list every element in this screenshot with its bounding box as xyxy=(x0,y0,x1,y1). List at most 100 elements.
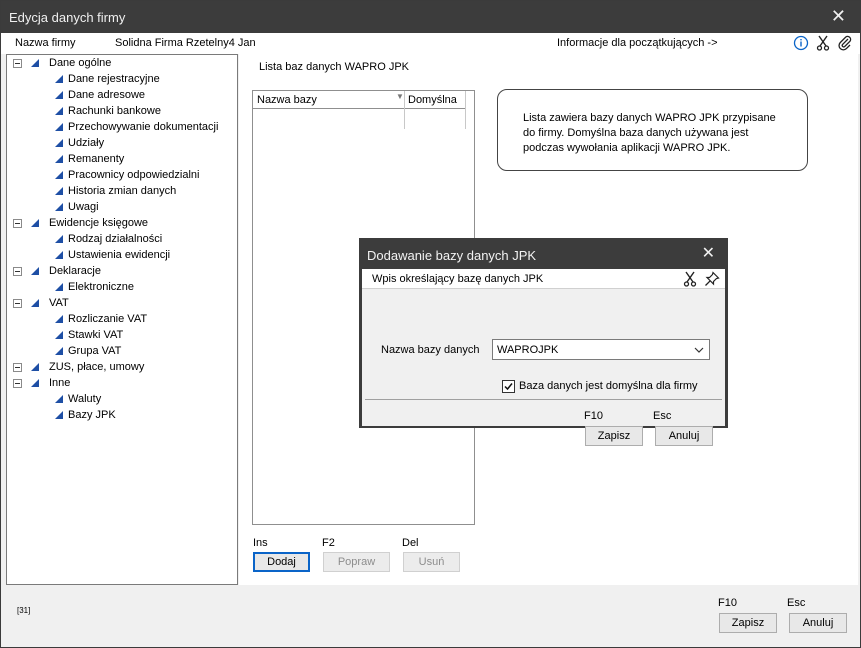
tree-node-icon xyxy=(55,315,63,323)
tree-item-label: Przechowywanie dokumentacji xyxy=(68,121,219,133)
database-name-label: Nazwa bazy danych xyxy=(381,344,480,356)
tree-item[interactable]: Waluty xyxy=(13,393,233,409)
tree-item[interactable]: Dane rejestracyjne xyxy=(13,73,233,89)
tree-item[interactable]: Stawki VAT xyxy=(13,329,233,345)
collapse-icon[interactable] xyxy=(13,267,22,276)
tree-item[interactable]: Pracownicy odpowiedzialni xyxy=(13,169,233,185)
tree-group[interactable]: VAT xyxy=(13,297,233,313)
tree-item[interactable]: Historia zmian danych xyxy=(13,185,233,201)
tree-group-label: Deklaracje xyxy=(49,265,101,277)
default-database-checkbox[interactable] xyxy=(502,380,515,393)
tree-node-icon xyxy=(31,219,39,227)
dialog-title: Dodawanie bazy danych JPK xyxy=(367,248,537,263)
tree-node-icon xyxy=(55,123,63,131)
chevron-down-icon[interactable] xyxy=(693,344,705,359)
tree-node-icon xyxy=(55,235,63,243)
dialog-cancel-button[interactable]: Anuluj xyxy=(655,426,713,446)
list-title: Lista baz danych WAPRO JPK xyxy=(259,61,409,73)
tree-item[interactable]: Elektroniczne xyxy=(13,281,233,297)
firm-name-value: Solidna Firma Rzetelny4 Jan xyxy=(115,37,256,49)
beginners-info-link[interactable]: Informacje dla początkujących -> xyxy=(557,37,718,49)
tree-group[interactable]: Dane ogólne xyxy=(13,57,233,73)
settings-tree: Dane ogólne Dane rejestracyjne Dane adreso… xyxy=(6,54,238,585)
tree-item-label: Grupa VAT xyxy=(68,345,122,357)
tree-node-icon xyxy=(55,91,63,99)
collapse-icon[interactable] xyxy=(13,379,22,388)
tree-group-label: ZUS, płace, umowy xyxy=(49,361,145,373)
tree-group[interactable]: Inne xyxy=(13,377,233,393)
save-key-hint: F10 xyxy=(718,597,737,609)
tree-item[interactable]: Bazy JPK xyxy=(13,409,233,425)
add-key-hint: Ins xyxy=(253,537,268,549)
tree-item[interactable]: Uwagi xyxy=(13,201,233,217)
tree-group[interactable]: Deklaracje xyxy=(13,265,233,281)
add-button[interactable]: Dodaj xyxy=(253,552,310,572)
pin-icon[interactable] xyxy=(703,270,721,288)
tree-node-icon xyxy=(31,363,39,371)
collapse-icon[interactable] xyxy=(13,219,22,228)
tree-item[interactable]: Grupa VAT xyxy=(13,345,233,361)
edit-key-hint: F2 xyxy=(322,537,335,549)
tree-item-label: Uwagi xyxy=(68,201,99,213)
tree-group-label: Dane ogólne xyxy=(49,57,112,69)
tree-item-label: Ustawienia ewidencji xyxy=(68,249,171,261)
delete-button[interactable]: Usuń xyxy=(403,552,460,572)
window-close-icon[interactable]: ✕ xyxy=(831,6,846,27)
column-header-name[interactable]: Nazwa bazy xyxy=(257,94,317,106)
tree-item[interactable]: Remanenty xyxy=(13,153,233,169)
tree-item-label: Rachunki bankowe xyxy=(68,105,161,117)
tree-node-icon xyxy=(55,75,63,83)
collapse-icon[interactable] xyxy=(13,363,22,372)
tree-group[interactable]: Ewidencje księgowe xyxy=(13,217,233,233)
cancel-button[interactable]: Anuluj xyxy=(789,613,847,633)
scissors-icon[interactable] xyxy=(681,270,699,288)
tree-node-icon xyxy=(55,411,63,419)
tree-node-icon xyxy=(55,171,63,179)
tree-item[interactable]: Dane adresowe xyxy=(13,89,233,105)
filter-icon[interactable]: ▼ xyxy=(396,92,404,101)
default-database-label[interactable]: Baza danych jest domyślna dla firmy xyxy=(519,380,698,392)
list-header: Nazwa bazy ▼ Domyślna xyxy=(253,91,466,129)
tree-item-label: Rozliczanie VAT xyxy=(68,313,148,325)
tree-item-label: Dane adresowe xyxy=(68,89,146,101)
collapse-icon[interactable] xyxy=(13,59,22,68)
tree-group[interactable]: ZUS, płace, umowy xyxy=(13,361,233,377)
tree-item[interactable]: Rozliczanie VAT xyxy=(13,313,233,329)
tree-item-label: Stawki VAT xyxy=(68,329,124,341)
tree-item-label: Rodzaj działalności xyxy=(68,233,163,245)
list-info-box: Lista zawiera bazy danych WAPRO JPK przy… xyxy=(497,89,808,171)
status-code: [31] xyxy=(17,606,31,615)
edit-button[interactable]: Popraw xyxy=(323,552,390,572)
paperclip-icon[interactable] xyxy=(836,34,854,52)
window-title: Edycja danych firmy xyxy=(9,10,126,25)
dialog-close-icon[interactable]: ✕ xyxy=(702,243,715,263)
dialog-save-button[interactable]: Zapisz xyxy=(585,426,643,446)
tree-item-label: Bazy JPK xyxy=(68,409,116,421)
tree-group-label: VAT xyxy=(49,297,69,309)
tree-node-icon xyxy=(55,139,63,147)
column-header-default[interactable]: Domyślna xyxy=(408,94,457,106)
tree-item[interactable]: Ustawienia ewidencji xyxy=(13,249,233,265)
tree-item[interactable]: Udziały xyxy=(13,137,233,153)
tree-item[interactable]: Rodzaj działalności xyxy=(13,233,233,249)
dialog-subtitle: Wpis określający bazę danych JPK xyxy=(372,273,544,285)
tree-node-icon xyxy=(55,347,63,355)
dialog-cancel-key-hint: Esc xyxy=(653,410,672,422)
info-icon[interactable] xyxy=(792,34,810,52)
tree-item-label: Remanenty xyxy=(68,153,125,165)
tree-node-icon xyxy=(55,251,63,259)
tree-item-label: Waluty xyxy=(68,393,102,405)
tree-item[interactable]: Przechowywanie dokumentacji xyxy=(13,121,233,137)
tree-node-icon xyxy=(55,203,63,211)
collapse-icon[interactable] xyxy=(13,299,22,308)
tree-item-label: Udziały xyxy=(68,137,105,149)
scissors-icon[interactable] xyxy=(814,34,832,52)
tree-item[interactable]: Rachunki bankowe xyxy=(13,105,233,121)
dialog-save-key-hint: F10 xyxy=(584,410,603,422)
database-name-select[interactable]: WAPROJPK xyxy=(492,339,710,360)
window-titlebar: Edycja danych firmy ✕ xyxy=(1,1,860,33)
tree-item-label: Dane rejestracyjne xyxy=(68,73,160,85)
tree-node-icon xyxy=(31,59,39,67)
dialog-body: Wpis określający bazę danych JPK Nazwa b… xyxy=(362,269,725,446)
save-button[interactable]: Zapisz xyxy=(719,613,777,633)
